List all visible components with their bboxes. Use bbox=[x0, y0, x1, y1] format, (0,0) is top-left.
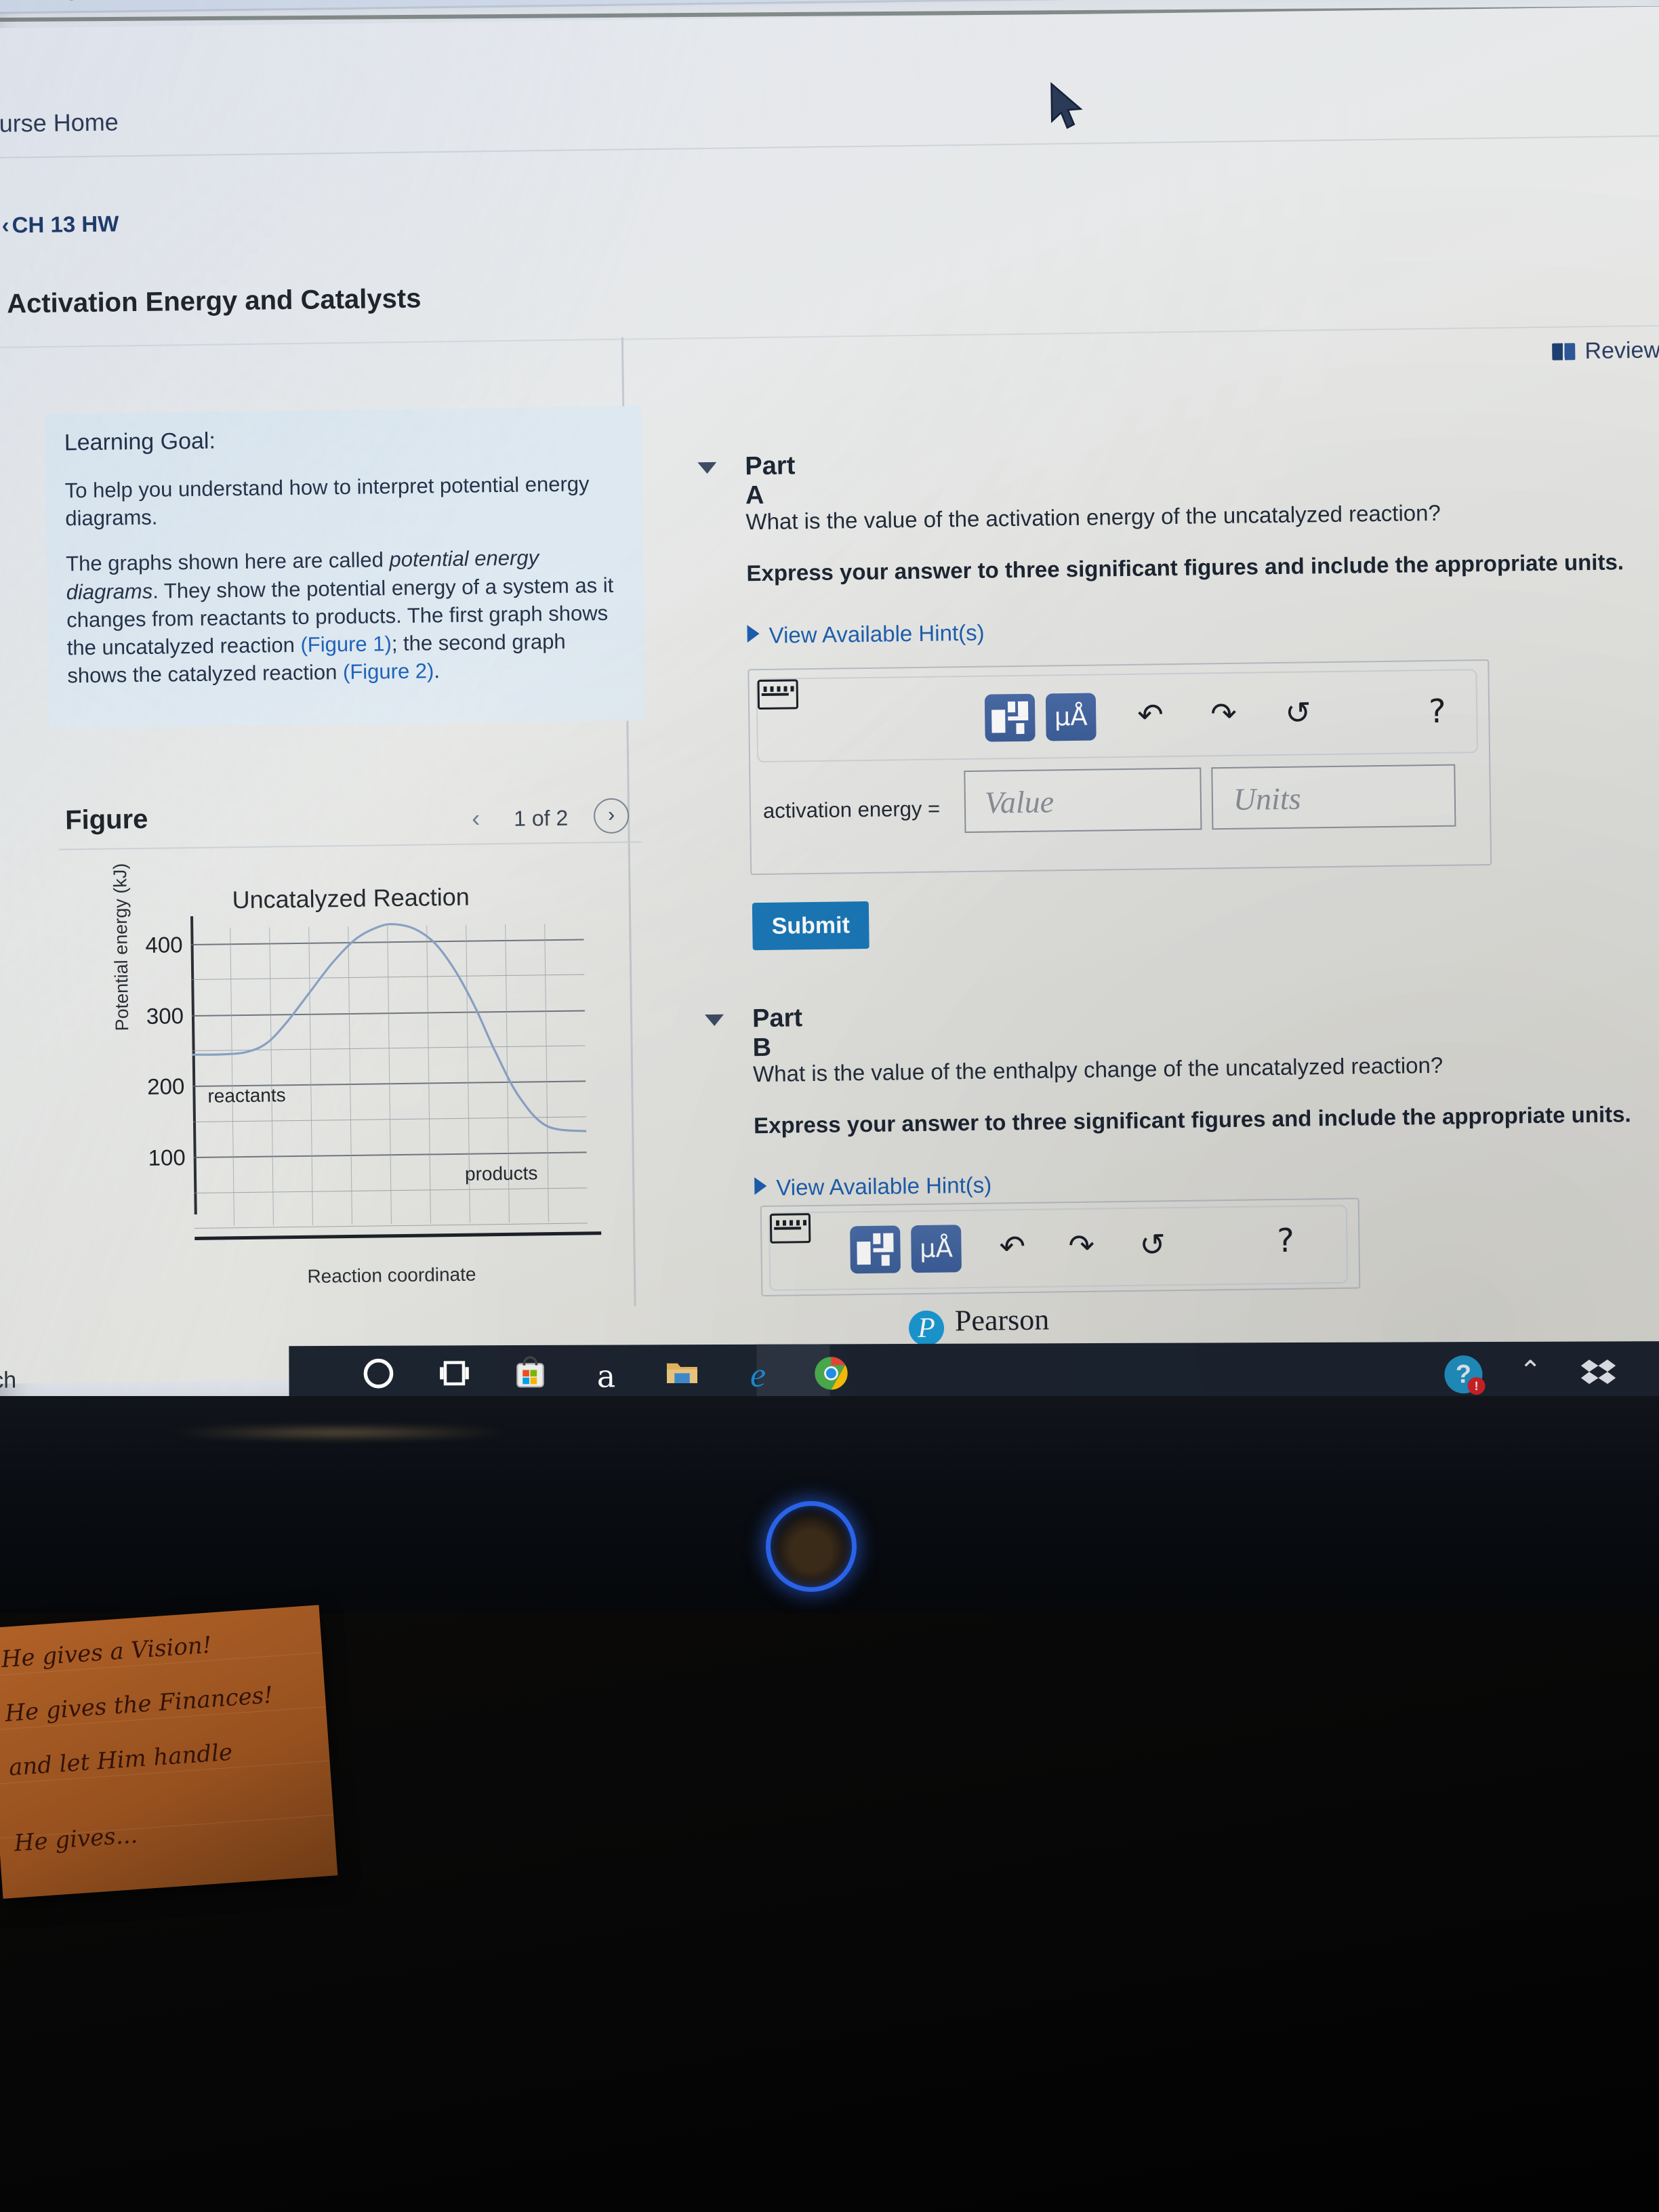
pearson-logo: P Pearson bbox=[908, 1303, 1050, 1347]
header-divider bbox=[0, 134, 1659, 159]
template-grid-icon[interactable] bbox=[850, 1225, 901, 1274]
alert-badge: ! bbox=[1467, 1377, 1486, 1395]
reset-icon[interactable]: ↺ bbox=[1285, 694, 1311, 731]
monitor-screen: lum.ecollege.com/course.html?course... C… bbox=[0, 0, 1659, 1422]
address-bar-url: lum.ecollege.com/course.html?course... bbox=[0, 0, 336, 2]
content-top-divider bbox=[0, 324, 1659, 348]
part-a-answer-box: μÅ ↶ ↷ ↺ ? activation energy = Value Uni… bbox=[747, 659, 1492, 876]
bezel-reflection bbox=[163, 1427, 515, 1439]
review-link[interactable]: Review | C bbox=[1552, 337, 1659, 365]
sticky-note-line-4: He gives... bbox=[13, 1821, 139, 1858]
chart-annotation-products: products bbox=[464, 1162, 538, 1185]
review-link-label: Review | C bbox=[1584, 337, 1659, 365]
figure-counter: 1 of 2 bbox=[513, 805, 569, 831]
figure-next-button[interactable]: › bbox=[593, 798, 630, 834]
learning-goal-panel: Learning Goal: To help you understand ho… bbox=[45, 406, 646, 729]
amazon-icon[interactable]: a bbox=[584, 1354, 628, 1397]
task-view-icon[interactable] bbox=[432, 1355, 476, 1398]
part-b-toolbar: μÅ ↶ ↷ ↺ ? bbox=[768, 1204, 1349, 1291]
pearson-brand-label: Pearson bbox=[954, 1303, 1050, 1338]
figure-2-link[interactable]: (Figure 2) bbox=[343, 659, 434, 684]
figure-1-link[interactable]: (Figure 1) bbox=[300, 632, 392, 657]
caret-right-icon bbox=[754, 1176, 767, 1195]
part-b-hints-label: View Available Hint(s) bbox=[776, 1172, 992, 1200]
keyboard-icon[interactable] bbox=[757, 679, 799, 710]
learning-goal-paragraph-2: The graphs shown here are called potenti… bbox=[66, 543, 626, 690]
help-alert-glyph: ? ! bbox=[1444, 1355, 1486, 1395]
chrome-browser-icon[interactable] bbox=[809, 1353, 853, 1397]
chart-y-axis-label: Potential energy (kJ) bbox=[109, 863, 133, 1031]
chart-x-axis-label: Reaction coordinate bbox=[307, 1263, 476, 1287]
lg-text-a: The graphs shown here are called bbox=[65, 548, 390, 576]
y-tick-label-200: 200 bbox=[146, 1073, 185, 1100]
redo-icon[interactable]: ↷ bbox=[1068, 1227, 1094, 1264]
part-a-hints-link[interactable]: View Available Hint(s) bbox=[747, 619, 985, 649]
reset-icon[interactable]: ↺ bbox=[1139, 1226, 1166, 1263]
page-body: Course Home ‹ CH 13 HW Activation Energy … bbox=[0, 6, 1659, 1384]
caret-right-icon bbox=[747, 625, 760, 643]
breadcrumb[interactable]: ‹ CH 13 HW bbox=[1, 211, 119, 238]
pearson-mark-icon: P bbox=[908, 1310, 945, 1347]
chart-annotation-reactants: reactants bbox=[207, 1084, 286, 1107]
submit-button[interactable]: Submit bbox=[752, 901, 869, 951]
chart-plot-area: Potential energy (kJ) 100 200 300 400 react… bbox=[110, 863, 602, 1287]
y-tick-label-300: 300 bbox=[146, 1002, 184, 1029]
part-a-answer-label: activation energy = bbox=[762, 796, 941, 823]
book-icon bbox=[1552, 343, 1576, 361]
microsoft-store-icon[interactable] bbox=[508, 1355, 552, 1398]
chart-x-axis bbox=[194, 1231, 602, 1241]
redo-icon[interactable]: ↷ bbox=[1210, 695, 1237, 732]
template-grid-icon[interactable] bbox=[984, 693, 1036, 742]
page-title: Activation Energy and Catalysts bbox=[6, 283, 422, 319]
mu-angstrom-icon[interactable]: μÅ bbox=[911, 1225, 962, 1273]
template-grid-glyph bbox=[991, 701, 1029, 735]
breadcrumb-back-icon[interactable]: ‹ bbox=[1, 212, 9, 237]
undo-icon[interactable]: ↶ bbox=[999, 1228, 1025, 1265]
part-a-toolbar: μÅ ↶ ↷ ↺ ? bbox=[756, 669, 1479, 763]
figure-label: Figure bbox=[64, 804, 148, 836]
course-home-link[interactable]: Course Home bbox=[0, 108, 119, 138]
undo-icon[interactable]: ↶ bbox=[1137, 696, 1164, 733]
figure-divider bbox=[58, 841, 642, 851]
mouse-cursor bbox=[1050, 82, 1083, 129]
sticky-note: He gives a Vision! He gives the Finances… bbox=[0, 1605, 338, 1899]
cortana-circle-icon[interactable] bbox=[356, 1355, 400, 1399]
part-b-hints-link[interactable]: View Available Hint(s) bbox=[754, 1172, 991, 1202]
part-b-title: Part B bbox=[752, 1004, 803, 1063]
part-a-hints-label: View Available Hint(s) bbox=[769, 619, 985, 648]
potential-energy-chart: Uncatalyzed Reaction Potential energy (k… bbox=[93, 863, 613, 1287]
part-b-answer-box: μÅ ↶ ↷ ↺ ? bbox=[760, 1197, 1361, 1297]
lg-text-d: . bbox=[434, 659, 441, 683]
y-tick-label-400: 400 bbox=[145, 932, 183, 958]
sticky-note-line-2: He gives the Finances! bbox=[4, 1681, 274, 1727]
part-b-instruction: Express your answer to three significant… bbox=[753, 1101, 1631, 1139]
help-icon[interactable]: ? bbox=[1277, 1222, 1294, 1260]
taskbar-search-label[interactable]: rch bbox=[0, 1367, 16, 1394]
keyboard-icon[interactable] bbox=[769, 1213, 811, 1244]
file-explorer-icon[interactable] bbox=[660, 1354, 703, 1397]
figure-header: Figure ‹ 1 of 2 › bbox=[58, 798, 630, 835]
part-a-units-input[interactable]: Units bbox=[1211, 764, 1456, 830]
caret-down-icon[interactable] bbox=[697, 462, 717, 474]
help-alert-icon[interactable]: ? ! bbox=[1444, 1355, 1486, 1395]
learning-goal-paragraph-1: To help you understand how to interpret … bbox=[64, 472, 590, 531]
part-a-instruction: Express your answer to three significant… bbox=[746, 549, 1624, 586]
caret-down-icon[interactable] bbox=[704, 1014, 724, 1027]
edge-browser-icon[interactable]: e bbox=[736, 1354, 779, 1397]
dropbox-icon[interactable] bbox=[1580, 1355, 1616, 1395]
screenshot-root: lum.ecollege.com/course.html?course... C… bbox=[0, 0, 1659, 2212]
part-b-question: What is the value of the enthalpy change… bbox=[752, 1052, 1443, 1087]
learning-goal-heading: Learning Goal: bbox=[64, 428, 216, 456]
figure-prev-button[interactable]: ‹ bbox=[472, 804, 480, 832]
help-icon[interactable]: ? bbox=[1429, 693, 1446, 731]
breadcrumb-label: CH 13 HW bbox=[12, 211, 119, 238]
part-a-title: Part A bbox=[745, 451, 796, 510]
part-a-value-input[interactable]: Value bbox=[964, 767, 1202, 834]
part-a-question: What is the value of the activation ener… bbox=[745, 499, 1441, 535]
y-tick-label-100: 100 bbox=[148, 1145, 186, 1171]
chevron-up-icon[interactable]: ⌃ bbox=[1519, 1355, 1542, 1387]
mu-angstrom-icon[interactable]: μÅ bbox=[1045, 693, 1097, 741]
template-grid-glyph bbox=[857, 1233, 894, 1267]
webcam-ring-light bbox=[766, 1501, 857, 1592]
